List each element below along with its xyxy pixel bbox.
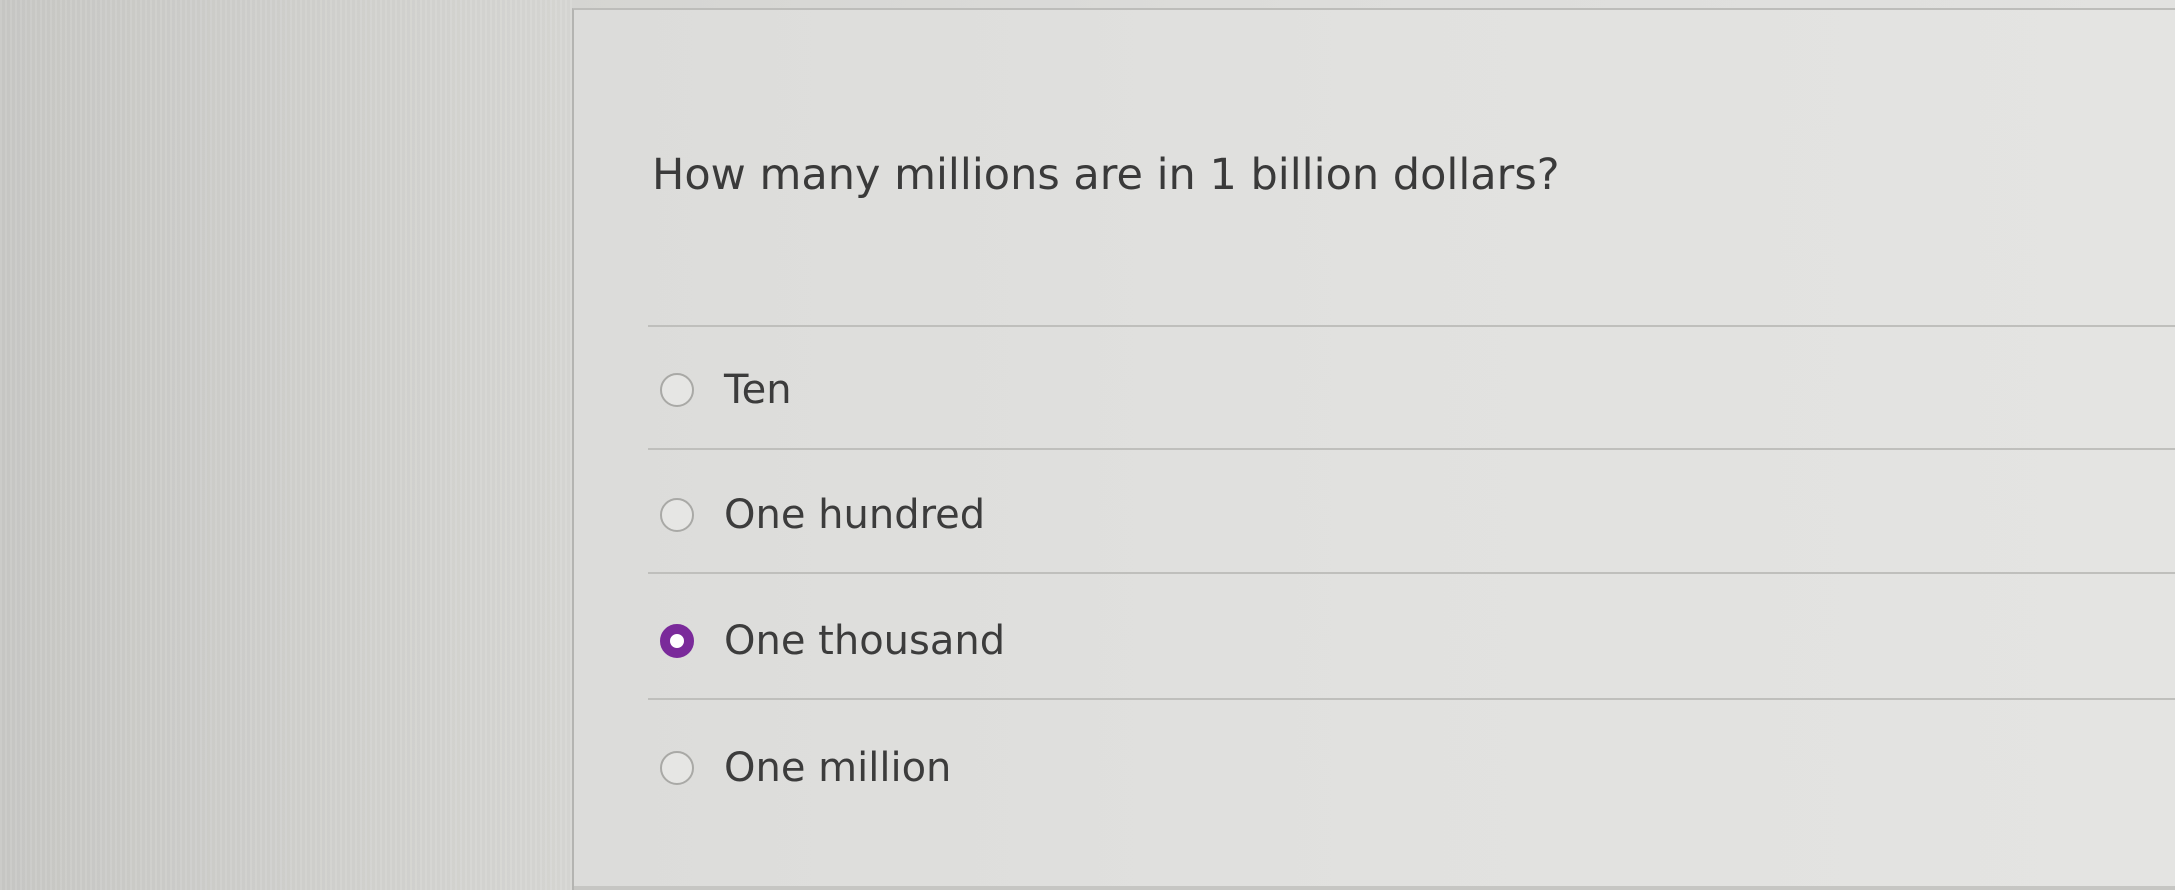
divider — [648, 572, 2175, 574]
radio-button-one-hundred[interactable] — [660, 498, 694, 532]
radio-button-one-million[interactable] — [660, 751, 694, 785]
answer-option-one-million[interactable]: One million — [660, 733, 951, 803]
answer-option-one-hundred[interactable]: One hundred — [660, 480, 985, 550]
answer-option-one-thousand[interactable]: One thousand — [660, 606, 1005, 676]
divider — [648, 698, 2175, 700]
option-label: One thousand — [724, 618, 1006, 664]
quiz-panel: How many millions are in 1 billion dolla… — [572, 8, 2175, 890]
option-label: One million — [724, 745, 952, 791]
question-text: How many millions are in 1 billion dolla… — [652, 150, 1560, 200]
divider — [648, 325, 2175, 327]
panel-bottom-edge — [574, 886, 2175, 890]
left-margin — [0, 0, 572, 890]
divider — [648, 448, 2175, 450]
option-label: Ten — [724, 367, 792, 413]
radio-button-one-thousand[interactable] — [660, 624, 694, 658]
answer-option-ten[interactable]: Ten — [660, 355, 792, 425]
option-label: One hundred — [724, 492, 986, 538]
radio-button-ten[interactable] — [660, 373, 694, 407]
